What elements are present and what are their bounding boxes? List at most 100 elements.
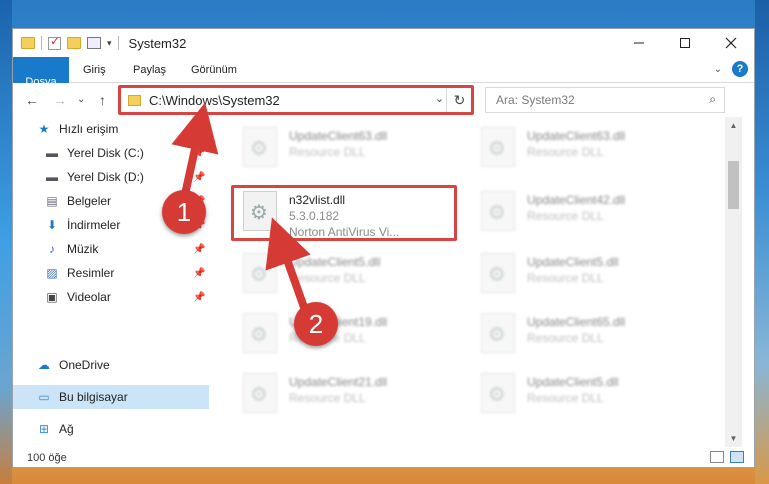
pin-icon[interactable]: 📌 <box>193 292 205 303</box>
pictures-icon: ▨ <box>46 266 58 280</box>
file-name: UpdateClient65.dll <box>527 315 626 329</box>
file-name: UpdateClient5.dll <box>527 375 619 389</box>
status-bar: 100 öğe <box>13 447 754 468</box>
file-name: UpdateClient63.dll <box>289 129 388 143</box>
sidebar-item-label: Belgeler <box>67 194 112 208</box>
close-icon <box>725 37 737 49</box>
tab-view[interactable]: Görünüm <box>191 57 237 83</box>
toolbar-divider <box>41 36 42 50</box>
dll-file-icon <box>243 127 277 167</box>
star-icon: ★ <box>38 122 50 136</box>
sidebar-item-label: Hızlı erişim <box>59 122 119 136</box>
sidebar-item-label: Videolar <box>67 290 111 304</box>
scrollbar-thumb[interactable] <box>728 161 739 209</box>
dll-file-icon <box>243 313 277 353</box>
toolbar-divider <box>117 36 119 50</box>
sidebar-item-local-disk-d[interactable]: ▬ Yerel Disk (D:) 📌 <box>13 165 209 189</box>
search-icon[interactable]: ⌕ <box>709 92 716 107</box>
pin-icon[interactable]: 📌 <box>193 244 205 255</box>
file-name: UpdateClient21.dll <box>289 375 388 389</box>
file-description: Resource DLL <box>527 145 604 159</box>
videos-icon: ▣ <box>46 290 58 304</box>
music-icon: ♪ <box>49 242 55 256</box>
pin-icon[interactable]: 📌 <box>193 268 205 279</box>
vertical-scrollbar[interactable]: ▲ ▼ <box>725 117 742 447</box>
list-item[interactable]: UpdateClient63.dll Resource DLL <box>475 123 695 173</box>
window-controls <box>616 29 754 57</box>
list-item[interactable]: UpdateClient5.dll Resource DLL <box>237 249 457 299</box>
list-item[interactable]: UpdateClient63.dll Resource DLL <box>237 123 457 173</box>
properties-check-icon[interactable] <box>48 34 61 50</box>
sidebar-item-videos[interactable]: ▣ Videolar 📌 <box>13 285 209 309</box>
sidebar-item-label: Ağ <box>59 422 74 436</box>
sidebar-item-music[interactable]: ♪ Müzik 📌 <box>13 237 209 261</box>
sidebar-item-quick-access[interactable]: ★ Hızlı erişim <box>13 117 209 141</box>
dll-file-icon <box>243 253 277 293</box>
list-item[interactable]: UpdateClient65.dll Resource DLL <box>475 309 695 359</box>
sidebar-item-label: İndirmeler <box>67 218 121 232</box>
dll-file-icon <box>243 373 277 413</box>
customize-toolbar-icon[interactable]: ▾ <box>107 38 112 49</box>
list-item[interactable]: UpdateClient42.dll Resource DLL <box>475 187 695 237</box>
minimize-button[interactable] <box>616 29 662 57</box>
sidebar-item-this-pc[interactable]: ▭ Bu bilgisayar <box>13 385 209 409</box>
sidebar-item-local-disk-c[interactable]: ▬ Yerel Disk (C:) 📌 <box>13 141 209 165</box>
scroll-down-icon[interactable]: ▼ <box>725 430 742 447</box>
file-description: Resource DLL <box>289 271 366 285</box>
file-description: Resource DLL <box>289 145 366 159</box>
pin-icon[interactable]: 📌 <box>193 172 205 183</box>
ribbon-controls: ⌄ ? <box>714 61 748 77</box>
scroll-up-icon[interactable]: ▲ <box>725 117 742 134</box>
file-name: UpdateClient5.dll <box>527 255 619 269</box>
details-view-icon[interactable] <box>87 37 101 49</box>
sidebar-item-label: OneDrive <box>59 358 110 372</box>
maximize-button[interactable] <box>662 29 708 57</box>
list-item[interactable]: UpdateClient5.dll Resource DLL <box>475 369 695 419</box>
sidebar-item-label: Yerel Disk (D:) <box>67 170 144 184</box>
sidebar-item-network[interactable]: ⊞ Ağ <box>13 417 209 441</box>
network-icon: ⊞ <box>38 422 50 436</box>
sidebar-item-pictures[interactable]: ▨ Resimler 📌 <box>13 261 209 285</box>
desktop-wallpaper-left <box>0 0 12 484</box>
tab-share[interactable]: Paylaş <box>133 57 166 83</box>
pin-icon[interactable]: 📌 <box>193 148 205 159</box>
up-arrow-icon[interactable]: ↑ <box>99 92 106 108</box>
callout-badge-1: 1 <box>162 190 206 234</box>
computer-icon: ▭ <box>38 390 50 404</box>
list-item[interactable]: UpdateClient21.dll Resource DLL <box>237 369 457 419</box>
file-name: UpdateClient63.dll <box>527 129 626 143</box>
desktop-wallpaper-right <box>755 0 769 484</box>
item-count: 100 öğe <box>27 451 67 464</box>
list-item[interactable]: UpdateClient5.dll Resource DLL <box>475 249 695 299</box>
recent-locations-icon[interactable]: ⌄ <box>77 94 85 105</box>
ribbon-tabs: Dosya Giriş Paylaş Görünüm ⌄ ? <box>13 57 754 107</box>
navigation-pane: ★ Hızlı erişim ▬ Yerel Disk (C:) 📌 ▬ Yer… <box>13 117 209 447</box>
sidebar-item-label: Bu bilgisayar <box>59 390 128 404</box>
tiles-view-icon[interactable] <box>730 451 744 463</box>
file-description: Resource DLL <box>527 271 604 285</box>
quick-access-toolbar: ▾ <box>13 34 119 50</box>
callout-badge-2: 2 <box>294 302 338 346</box>
forward-arrow-icon[interactable]: → <box>53 92 67 108</box>
address-bar-highlight <box>118 85 474 115</box>
tab-home[interactable]: Giriş <box>83 57 106 83</box>
file-description: Resource DLL <box>527 391 604 405</box>
dll-file-icon <box>481 313 515 353</box>
chevron-down-icon[interactable]: ⌄ <box>714 64 722 75</box>
close-button[interactable] <box>708 29 754 57</box>
window-title: System32 <box>128 35 187 51</box>
help-icon[interactable]: ? <box>732 61 748 77</box>
search-input[interactable]: Ara: System32 ⌕ <box>485 87 725 113</box>
title-bar: ▾ System32 <box>13 29 754 57</box>
sidebar-item-onedrive[interactable]: ☁ OneDrive <box>13 353 209 377</box>
dll-file-icon <box>481 373 515 413</box>
new-folder-icon[interactable] <box>67 37 81 49</box>
dll-file-icon <box>481 191 515 231</box>
back-arrow-icon[interactable]: ← <box>25 92 39 108</box>
sidebar-item-label: Müzik <box>67 242 99 256</box>
details-view-icon[interactable] <box>710 451 724 463</box>
sidebar-item-label: Yerel Disk (C:) <box>67 146 144 160</box>
search-placeholder: Ara: System32 <box>496 93 575 107</box>
view-toggle <box>710 451 744 463</box>
list-item[interactable]: UpdateClient19.dll Resource DLL <box>237 309 457 359</box>
